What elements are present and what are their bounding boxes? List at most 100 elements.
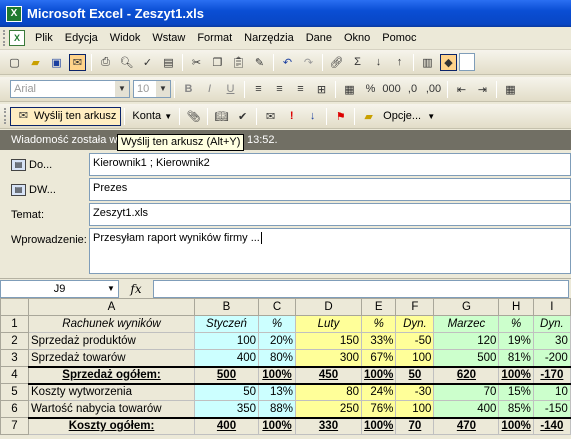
menu-okno[interactable]: Okno [338,32,376,44]
subject-field[interactable]: Zeszyt1.xls [89,203,571,226]
cell-c3[interactable]: 80% [258,349,296,367]
folder-icon[interactable]: ▰ [360,108,377,125]
cell-g4[interactable]: 620 [433,365,500,385]
cell-e5[interactable]: 24% [360,383,397,401]
open-icon[interactable]: ▰ [27,54,44,71]
cell-e4[interactable]: 100% [360,365,397,385]
align-left-icon[interactable]: ≡ [250,81,267,98]
new-icon[interactable]: ▢ [6,54,23,71]
to-button[interactable]: ▤ Do... [0,158,88,171]
cell-h2[interactable]: 19% [498,332,534,350]
column-header-i[interactable]: I [532,298,571,316]
flag-icon[interactable]: ⚑ [332,108,349,125]
cell-f1[interactable]: Dyn. [395,315,435,333]
menu-dane[interactable]: Dane [300,32,338,44]
cell-d5[interactable]: 80 [295,383,362,401]
low-importance-icon[interactable]: ↓ [304,108,321,125]
sort-ascending-icon[interactable]: ↓ [370,54,387,71]
cell-e6[interactable]: 76% [360,400,397,418]
send-sheet-button[interactable]: ✉ Wyślij ten arkusz [10,106,122,126]
cell-b1[interactable]: Styczeń [194,315,259,333]
column-header-a[interactable]: A [28,298,195,316]
cell-i2[interactable]: 30 [532,332,571,350]
cell-c2[interactable]: 20% [258,332,296,350]
cell-a7[interactable]: Koszty ogółem: [28,416,195,435]
cc-field[interactable]: Prezes [89,178,571,201]
menu-narzedzia[interactable]: Narzędzia [238,32,300,44]
column-header-c[interactable]: C [258,298,296,316]
cell-d2[interactable]: 150 [295,332,362,350]
print-icon[interactable]: ⎙ [97,54,114,71]
cell-g3[interactable]: 500 [433,349,500,367]
cell-e2[interactable]: 33% [360,332,397,350]
cell-a5[interactable]: Koszty wytworzenia [28,383,195,401]
decrease-decimal-icon[interactable]: ,00 [425,81,442,98]
cell-d4[interactable]: 450 [295,365,362,385]
cell-b2[interactable]: 100 [194,332,259,350]
research-icon[interactable]: ▤ [160,54,177,71]
cell-e7[interactable]: 100% [360,416,397,435]
cell-d1[interactable]: Luty [295,315,362,333]
cell-f5[interactable]: -30 [395,383,435,401]
cell-a3[interactable]: Sprzedaż towarów [28,349,195,367]
merge-center-icon[interactable]: ⊞ [313,81,330,98]
cell-h3[interactable]: 81% [498,349,534,367]
increase-decimal-icon[interactable]: ,0 [404,81,421,98]
cell-f7[interactable]: 70 [395,416,435,435]
cell-g1[interactable]: Marzec [433,315,500,333]
workbook-icon[interactable]: X [9,30,25,46]
cell-i7[interactable]: -140 [532,416,571,435]
cell-i1[interactable]: Dyn. [532,315,571,333]
column-header-h[interactable]: H [498,298,534,316]
select-all-corner[interactable] [0,298,29,316]
cc-button[interactable]: ▤ DW... [0,183,88,196]
percent-icon[interactable]: % [362,81,379,98]
cell-a6[interactable]: Wartość nabycia towarów [28,400,195,418]
accounts-button[interactable]: Konta ▼ [128,107,176,126]
attach-icon[interactable]: 📎︎ [185,108,202,125]
cell-h7[interactable]: 100% [498,416,534,435]
chart-icon[interactable]: ▥ [419,54,436,71]
cell-i6[interactable]: -150 [532,400,571,418]
redo-icon[interactable]: ↷ [300,54,317,71]
cell-i3[interactable]: -200 [532,349,571,367]
chevron-down-icon[interactable]: ▼ [104,281,118,297]
font-dropdown[interactable]: Arial ▼ [10,80,130,98]
column-header-f[interactable]: F [395,298,435,316]
menu-wstaw[interactable]: Wstaw [146,32,191,44]
row-header[interactable]: 1 [0,315,29,333]
increase-indent-icon[interactable]: ⇥ [474,81,491,98]
cell-g6[interactable]: 400 [433,400,500,418]
drawing-icon[interactable]: ◆ [440,53,457,71]
cell-d3[interactable]: 300 [295,349,362,367]
decrease-indent-icon[interactable]: ⇤ [453,81,470,98]
cell-g7[interactable]: 470 [433,416,500,435]
high-importance-icon[interactable]: ! [283,108,300,125]
cell-a2[interactable]: Sprzedaż produktów [28,332,195,350]
cell-h4[interactable]: 100% [498,365,534,385]
cell-a4[interactable]: Sprzedaż ogółem: [28,365,195,385]
menu-widok[interactable]: Widok [104,32,147,44]
menu-edycja[interactable]: Edycja [59,32,104,44]
name-box[interactable]: J9 ▼ [0,279,119,298]
row-header[interactable]: 6 [0,400,29,418]
cell-g2[interactable]: 120 [433,332,500,350]
cell-d6[interactable]: 250 [295,400,362,418]
copy-icon[interactable]: ❐ [209,54,226,71]
column-header-d[interactable]: D [295,298,362,316]
align-center-icon[interactable]: ≡ [271,81,288,98]
cell-i4[interactable]: -170 [532,365,571,385]
row-header[interactable]: 2 [0,332,29,350]
cell-f3[interactable]: 100 [395,349,435,367]
sort-descending-icon[interactable]: ↑ [391,54,408,71]
row-header[interactable]: 7 [0,417,29,435]
options-button[interactable]: Opcje... ▼ [379,107,439,126]
format-painter-icon[interactable]: ✎ [251,54,268,71]
thousands-icon[interactable]: 000 [382,81,400,98]
cell-b3[interactable]: 400 [194,349,259,367]
cell-b5[interactable]: 50 [194,383,259,401]
function-icon[interactable]: fx [119,282,153,296]
cell-b6[interactable]: 350 [194,400,259,418]
cell-g5[interactable]: 70 [433,383,500,401]
toolbar-grip[interactable] [4,108,7,124]
